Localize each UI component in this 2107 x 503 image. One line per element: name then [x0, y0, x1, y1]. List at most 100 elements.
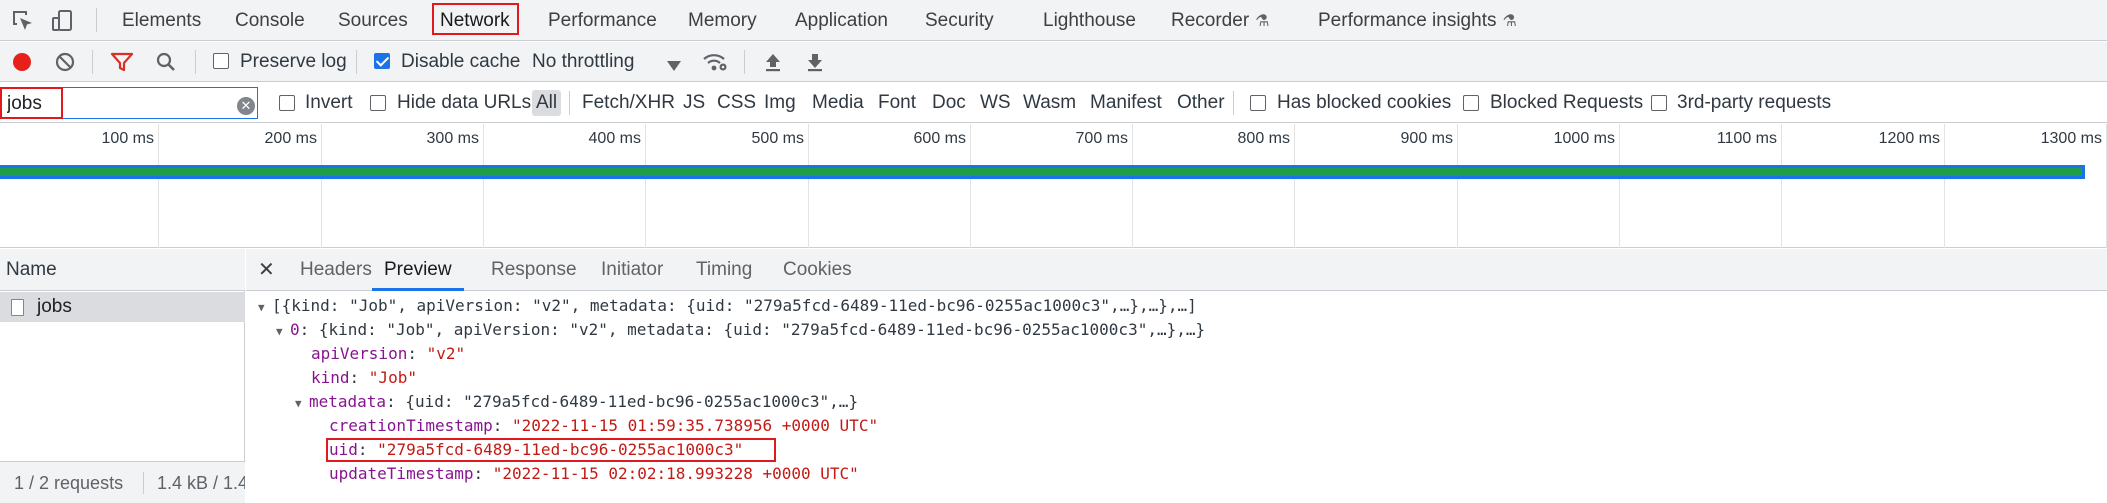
- search-icon[interactable]: [155, 51, 177, 73]
- tab-recorder[interactable]: Recorder ⚗: [1171, 0, 1270, 41]
- tab-lighthouse[interactable]: Lighthouse: [1043, 0, 1136, 41]
- clear-filter-icon[interactable]: ✕: [237, 97, 255, 115]
- tab-preview[interactable]: Preview: [384, 249, 452, 291]
- json-metadata-line[interactable]: ▼ metadata: {uid: "279a5fcd-6489-11ed-bc9…: [295, 391, 858, 413]
- filter-type-manifest[interactable]: Manifest: [1086, 90, 1166, 116]
- network-toolbar: Preserve log Disable cache No throttling: [0, 42, 2107, 82]
- expand-triangle-icon[interactable]: ▼: [258, 297, 272, 319]
- tab-performance[interactable]: Performance: [548, 0, 657, 41]
- disable-cache-label[interactable]: Disable cache: [401, 42, 520, 82]
- transfer-size: 1.4 kB / 1.4: [157, 473, 245, 493]
- json-value: "279a5fcd-6489-11ed-bc96-0255ac1000c3": [377, 440, 744, 459]
- tab-performance-insights-label: Performance insights: [1318, 10, 1497, 31]
- filter-bar: ✕ Invert Hide data URLs All Fetch/XHR JS…: [0, 83, 2107, 123]
- throttling-select[interactable]: No throttling: [532, 42, 634, 82]
- tab-memory[interactable]: Memory: [688, 0, 757, 41]
- expand-triangle-icon[interactable]: ▼: [276, 321, 290, 343]
- timeline-tick-label: 1000 ms: [1553, 130, 1615, 147]
- device-toolbar-icon[interactable]: [50, 8, 76, 34]
- tab-initiator[interactable]: Initiator: [601, 249, 663, 291]
- timeline-gridline: [1132, 124, 1133, 248]
- timeline-tick-label: 1200 ms: [1878, 130, 1940, 147]
- filter-type-css[interactable]: CSS: [713, 90, 760, 116]
- filter-type-ws[interactable]: WS: [976, 90, 1015, 116]
- blocked-requests-checkbox[interactable]: [1463, 95, 1479, 111]
- timeline-gridline: [1619, 124, 1620, 248]
- timeline-gridline: [158, 124, 159, 248]
- request-row[interactable]: jobs: [0, 292, 245, 322]
- json-kind-line: kind: "Job": [311, 368, 417, 387]
- tab-elements[interactable]: Elements: [122, 0, 201, 41]
- blocked-requests-label[interactable]: Blocked Requests: [1490, 83, 1643, 123]
- filter-type-wasm[interactable]: Wasm: [1019, 90, 1080, 116]
- third-party-requests-checkbox[interactable]: [1651, 95, 1667, 111]
- timeline-tick-label: 1100 ms: [1716, 130, 1777, 147]
- disable-cache-checkbox[interactable]: [374, 53, 390, 69]
- filter-type-fetch-xhr[interactable]: Fetch/XHR: [578, 90, 679, 116]
- devtools-tab-bar: Elements Console Sources Network Perform…: [0, 0, 2107, 41]
- hide-data-urls-label[interactable]: Hide data URLs: [397, 83, 531, 123]
- record-icon[interactable]: [11, 51, 33, 73]
- timeline-tick-label: 1300 ms: [2040, 130, 2102, 147]
- filter-input[interactable]: [7, 92, 227, 116]
- tab-network[interactable]: Network: [440, 0, 510, 41]
- filter-type-font[interactable]: Font: [874, 90, 920, 116]
- tab-security[interactable]: Security: [925, 0, 994, 41]
- has-blocked-cookies-checkbox[interactable]: [1250, 95, 1266, 111]
- json-key: updateTimestamp: [329, 464, 474, 483]
- tab-sources[interactable]: Sources: [338, 0, 408, 41]
- tab-application[interactable]: Application: [795, 0, 888, 41]
- timeline-gridline: [808, 124, 809, 248]
- inspect-element-icon[interactable]: [10, 8, 36, 34]
- has-blocked-cookies-label[interactable]: Has blocked cookies: [1277, 83, 1451, 123]
- tab-cookies[interactable]: Cookies: [783, 249, 852, 291]
- overview-timeline[interactable]: 100 ms 200 ms 300 ms 400 ms 500 ms 600 ms 700 …: [0, 124, 2107, 248]
- tab-console[interactable]: Console: [235, 0, 305, 41]
- invert-label[interactable]: Invert: [305, 83, 353, 123]
- filter-type-media[interactable]: Media: [808, 90, 868, 116]
- filter-type-doc[interactable]: Doc: [928, 90, 970, 116]
- chevron-down-icon[interactable]: [666, 56, 682, 78]
- filter-input-box[interactable]: ✕: [0, 87, 258, 119]
- tab-response[interactable]: Response: [491, 249, 577, 291]
- json-key: metadata: [309, 392, 387, 411]
- third-party-requests-label[interactable]: 3rd-party requests: [1677, 83, 1831, 123]
- json-uid-line: uid: "279a5fcd-6489-11ed-bc96-0255ac1000…: [329, 440, 744, 459]
- preserve-log-checkbox[interactable]: [213, 53, 229, 69]
- network-conditions-icon[interactable]: [702, 51, 728, 73]
- timeline-tick-label: 200 ms: [264, 130, 317, 147]
- import-har-icon[interactable]: [762, 51, 784, 73]
- filter-type-js[interactable]: JS: [679, 90, 709, 116]
- filter-icon[interactable]: [110, 51, 134, 73]
- json-value: "Job": [368, 368, 417, 387]
- tab-timing[interactable]: Timing: [696, 249, 752, 291]
- tab-headers[interactable]: Headers: [300, 249, 372, 291]
- filter-type-img[interactable]: Img: [760, 90, 800, 116]
- toolbar-separator: [744, 50, 745, 74]
- waterfall-bar: [0, 168, 2082, 176]
- request-count: 1 / 2 requests: [14, 473, 124, 493]
- close-icon[interactable]: ✕: [258, 249, 275, 291]
- json-item-summary: {kind: "Job", apiVersion: "v2", metadata…: [318, 320, 1206, 339]
- toolbar-separator: [92, 50, 93, 74]
- json-item-line[interactable]: ▼ 0: {kind: "Job", apiVersion: "v2", meta…: [276, 319, 1205, 341]
- json-key: kind: [311, 368, 350, 387]
- preserve-log-label[interactable]: Preserve log: [240, 42, 347, 82]
- toolbar-separator: [195, 50, 196, 74]
- timeline-gridline: [1781, 124, 1782, 248]
- network-status-bar: 1 / 2 requests 1.4 kB / 1.4: [0, 461, 245, 503]
- json-value: "v2": [426, 344, 466, 363]
- json-root-line[interactable]: ▼ [{kind: "Job", apiVersion: "v2", metada…: [258, 295, 1197, 317]
- filter-type-other[interactable]: Other: [1173, 90, 1229, 116]
- filter-separator: [1233, 91, 1234, 115]
- export-har-icon[interactable]: [804, 51, 826, 73]
- hide-data-urls-checkbox[interactable]: [370, 95, 386, 111]
- filter-type-all[interactable]: All: [532, 90, 562, 116]
- tab-performance-insights[interactable]: Performance insights ⚗: [1318, 0, 1517, 41]
- timeline-gridline: [1294, 124, 1295, 248]
- invert-checkbox[interactable]: [279, 95, 295, 111]
- request-name: jobs: [37, 296, 72, 317]
- clear-icon[interactable]: [54, 51, 76, 73]
- name-column-header[interactable]: Name: [0, 249, 245, 291]
- expand-triangle-icon[interactable]: ▼: [295, 393, 309, 415]
